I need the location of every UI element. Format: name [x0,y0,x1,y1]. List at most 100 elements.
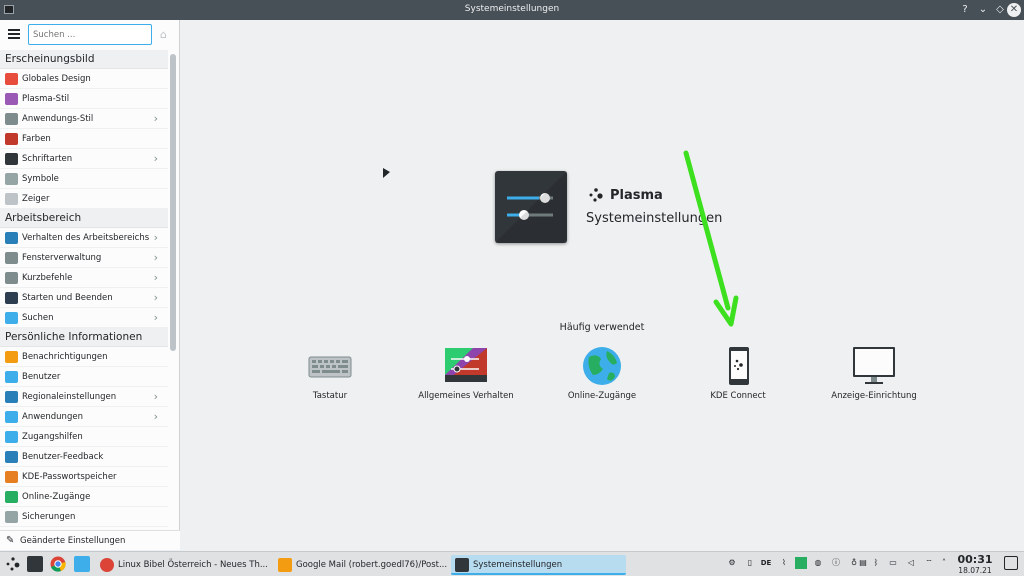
file-manager-icon[interactable] [74,556,90,572]
frequent-item-keyboard[interactable]: Tastatur [275,345,385,401]
volume-icon[interactable]: ◁ [905,557,917,569]
sidebar-item[interactable]: Benutzer-Feedback [0,447,168,467]
sidebar-item-label: Fensterverwaltung [22,253,102,263]
sidebar-item[interactable]: Zugangshilfen [0,427,168,447]
sidebar-toolbar: ⌂ [0,20,180,50]
clock-time: 00:31 [957,553,993,566]
task-label: Systemeinstellungen [473,560,563,570]
sidebar-item-label: Zugangshilfen [22,432,83,442]
terminal-icon[interactable] [27,556,43,572]
sidebar-item[interactable]: Online-Zugänge [0,487,168,507]
notifications-tray-icon[interactable]: ⓘ [830,557,842,569]
sidebar-item[interactable]: Globales Design [0,69,168,89]
wifi-icon[interactable]: ⌔ [923,557,935,569]
chevron-right-icon: › [153,311,158,324]
application-launcher-icon[interactable] [5,556,21,572]
keyboard-icon [308,356,352,378]
search-settings-icon [5,312,18,324]
sidebar-item[interactable]: Suchen › [0,308,168,328]
maximize-button[interactable]: ◇ [993,3,1007,17]
workspace-behavior-icon [5,232,18,244]
user-feedback-icon [5,451,18,463]
symbols-icon [5,173,18,185]
sidebar-item[interactable]: Schriftarten › [0,149,168,169]
frequent-item-kde-connect[interactable]: KDE Connect [683,345,793,401]
page-subtitle: Systemeinstellungen [586,211,723,226]
search-input[interactable] [28,24,152,45]
sidebar-item[interactable]: Fensterverwaltung › [0,248,168,268]
password-storage-icon [5,471,18,483]
expand-tray-icon[interactable]: ˄ [938,557,950,569]
chevron-right-icon: › [153,152,158,165]
frequent-label: Online-Zugänge [567,391,637,401]
clock[interactable]: 00:31 18.07.21 [953,553,997,575]
chrome-launcher-icon[interactable] [50,556,66,572]
task-label: Google Mail (robert.goedl76)/Post... [296,560,448,570]
help-button[interactable]: ? [958,3,972,17]
sidebar-item[interactable]: Benutzer [0,367,168,387]
sliders-icon [495,171,567,243]
show-desktop-icon[interactable] [1004,556,1018,570]
fonts-icon [5,153,18,165]
frequent-label: Allgemeines Verhalten [418,391,514,401]
plasma-logo-icon [589,188,603,202]
window-titlebar: Systemeinstellungen ? ⌄ ◇ ✕ [0,0,1024,20]
monitor-icon [853,347,895,384]
mail-icon [278,558,292,572]
sidebar-item[interactable]: KDE-Passwortspeicher [0,467,168,487]
backups-icon [5,511,18,523]
sidebar-item[interactable]: Anwendungen › [0,407,168,427]
system-settings-logo [495,171,567,243]
sidebar-item[interactable]: Benachrichtigungen [0,347,168,367]
sidebar-item[interactable]: Plasma-Stil [0,89,168,109]
sidebar-item[interactable]: Kurzbefehle › [0,268,168,288]
app-style-icon [5,113,18,125]
sidebar-item[interactable]: Symbole [0,169,168,189]
clipboard-icon[interactable]: ▤ [857,557,869,569]
sidebar-item-label: Regionaleinstellungen [22,392,117,402]
highlight-changes-button[interactable]: ✎ Geänderte Einstellungen hervorheben [0,530,180,566]
pointer-icon [5,193,18,205]
sidebar-item-label: Starten und Beenden [22,293,113,303]
frequent-item-general-behavior[interactable]: Allgemeines Verhalten [411,345,521,401]
sidebar-item[interactable]: Verhalten des Arbeitsbereichs › [0,228,168,248]
window-management-icon [5,252,18,264]
minimize-button[interactable]: ⌄ [976,3,990,17]
sidebar-item[interactable]: Starten und Beenden › [0,288,168,308]
frequent-label: KDE Connect [710,391,766,401]
sidebar-item[interactable]: Zeiger [0,189,168,209]
sidebar-item-label: Verhalten des Arbeitsbereichs [22,233,150,243]
frequent-label: Tastatur [312,391,348,401]
task-google-mail[interactable]: Google Mail (robert.goedl76)/Post... [274,555,449,575]
sidebar-item-label: Benachrichtigungen [22,352,108,362]
users-icon [5,371,18,383]
hamburger-menu-icon[interactable] [8,29,20,39]
chevron-right-icon: › [153,231,158,244]
close-button[interactable]: ✕ [1007,3,1021,17]
sidebar-item[interactable]: Sicherungen [0,507,168,527]
gear-icon[interactable]: ⚙ [726,557,738,569]
frequent-item-display-setup[interactable]: Anzeige-Einrichtung [819,345,929,401]
chevron-right-icon: › [153,112,158,125]
bluetooth-icon[interactable]: ᛒ [870,557,882,569]
sidebar-scrollbar[interactable] [170,54,176,351]
accessibility-icon [5,431,18,443]
task-linux-bibel[interactable]: Linux Bibel Österreich - Neues Th... [96,555,271,575]
media-player-icon[interactable]: ◍ [812,557,824,569]
general-behavior-icon [445,348,487,382]
keyboard-layout-indicator[interactable]: DE [760,557,772,569]
task-system-settings[interactable]: Systemeinstellungen [451,555,626,575]
sidebar-item[interactable]: Anwendungs-Stil › [0,109,168,129]
kde-connect-tray-icon[interactable]: ▯ [744,557,756,569]
rss-icon[interactable]: ⌇ [778,557,790,569]
app-tray-icon[interactable] [795,557,807,569]
sidebar-item-label: Anwendungen [22,412,83,422]
sidebar-item[interactable]: Regionaleinstellungen › [0,387,168,407]
battery-icon[interactable]: ▭ [887,557,899,569]
frequent-item-online-accounts[interactable]: Online-Zugänge [547,345,657,401]
sidebar-category: Persönliche Informationen [0,328,168,347]
window-title: Systemeinstellungen [464,4,560,14]
regional-settings-icon [5,391,18,403]
sidebar-item[interactable]: Farben [0,129,168,149]
home-icon[interactable]: ⌂ [160,29,172,40]
